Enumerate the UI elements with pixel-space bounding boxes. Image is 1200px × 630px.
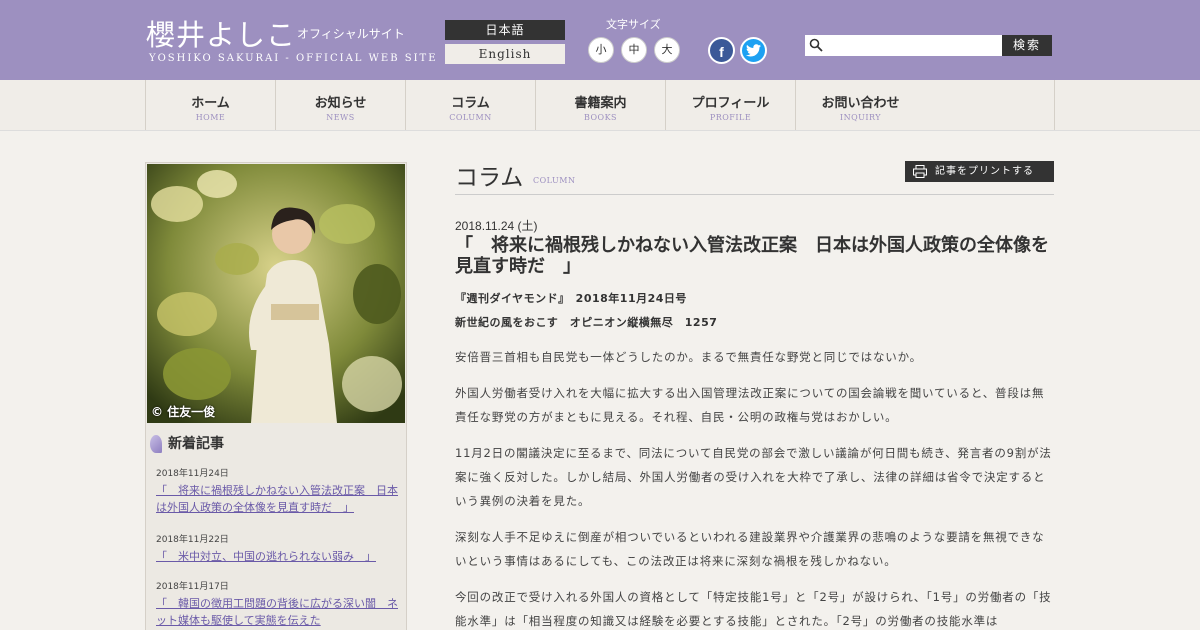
news-date: 2018年11月24日 [156,469,229,479]
twitter-icon[interactable] [740,37,767,64]
nav-label-en: HOME [195,113,226,122]
article-paragraph: 安倍晋三首相も自民党も一体どうしたのか。まるで無責任な野党と同じではないか。 [455,350,922,364]
lang-english-button[interactable]: English [445,44,565,64]
news-date: 2018年11月22日 [156,535,229,545]
font-size-medium-button[interactable]: 中 [621,37,647,63]
nav-label: 書籍案内 [574,96,627,111]
printer-icon [913,165,927,178]
nav-item-inquiry[interactable]: お問い合わせ INQUIRY [795,80,925,130]
nav-empty-slot [925,80,1055,130]
title-divider [455,194,1054,195]
section-title: コラム [455,165,524,191]
nav-label: コラム [451,96,490,111]
article-paragraph: 深刻な人手不足ゆえに倒産が相ついでいるといわれる建設業界や介護業界の悲鳴のような… [455,530,1045,568]
nav-item-home[interactable]: ホーム HOME [145,80,275,130]
article-paragraph: 11月2日の閣議決定に至るまで、同法について自民党の部会で激しい議論が何日間も続… [455,446,1052,508]
article-paragraph: 今回の改正で受け入れる外国人の資格として「特定技能1号」と「2号」が設けられ、「… [455,590,1052,628]
font-size-label: 文字サイズ [606,18,661,31]
search-input[interactable] [805,35,1002,56]
news-link[interactable]: 「 韓国の徴用工問題の背後に広がる深い闇 ネット媒体も駆使して実態を伝えた [156,595,401,629]
site-logo-official[interactable]: オフィシャルサイト [297,25,405,42]
site-logo[interactable]: 櫻井よしこ [146,12,296,54]
article-publication: 『週刊ダイヤモンド』 2018年11月24日号 [455,292,687,305]
search-icon [809,38,823,52]
print-button-label: 記事をプリントする [935,166,1034,177]
font-size-small-button[interactable]: 小 [588,37,614,63]
sidebar: © 住友一俊 新着記事 2018年11月24日 「 将来に禍根残しかねない入管法… [145,162,407,630]
site-subtitle: YOSHIKO SAKURAI - OFFICIAL WEB SITE [149,53,438,64]
lang-japanese-button[interactable]: 日本語 [445,20,565,40]
search-button[interactable]: 検索 [1002,35,1052,56]
nav-item-profile[interactable]: プロフィール PROFILE [665,80,795,130]
nav-item-column[interactable]: コラム COLUMN [405,80,535,130]
global-nav: ホーム HOME お知らせ NEWS コラム COLUMN 書籍案内 BOOKS… [0,80,1200,131]
nav-label: プロフィール [691,96,770,111]
news-link[interactable]: 「 米中対立、中国の逃れられない弱み 」 [156,548,401,565]
article-paragraph: 外国人労働者受け入れを大幅に拡大する出入国管理法改正案についての国会論戦を聞いて… [455,386,1045,424]
news-date: 2018年11月17日 [156,582,229,592]
nav-label-en: NEWS [326,113,355,122]
news-list-item: 2018年11月22日 「 米中対立、中国の逃れられない弱み 」 [156,532,401,565]
news-list-item: 2018年11月24日 「 将来に禍根残しかねない入管法改正案 日本は外国人政策… [156,466,401,516]
news-list-item: 2018年11月17日 「 韓国の徴用工問題の背後に広がる深い闇 ネット媒体も駆… [156,579,401,629]
article-title: 「 将来に禍根残しかねない入管法改正案 日本は外国人政策の全体像を見直す時だ 」 [455,235,1049,277]
nav-label: お知らせ [314,96,367,111]
news-heading-label: 新着記事 [168,436,224,452]
nav-label: ホーム [191,96,230,111]
nav-label: お問い合わせ [821,96,900,111]
nav-label-en: INQUIRY [839,113,882,122]
photo-credit: © 住友一俊 [151,405,216,419]
section-title-en: COLUMN [533,176,576,185]
site-header: 櫻井よしこ オフィシャルサイト YOSHIKO SAKURAI - OFFICI… [0,0,1200,80]
article-series: 新世紀の風をおこす オピニオン縦横無尽 1257 [455,316,718,329]
leaf-icon [150,435,162,453]
nav-item-books[interactable]: 書籍案内 BOOKS [535,80,665,130]
nav-label-en: BOOKS [583,113,618,122]
news-link[interactable]: 「 将来に禍根残しかねない入管法改正案 日本は外国人政策の全体像を見直す時だ 」 [156,482,401,516]
article-date: 2018.11.24 (土) [455,219,538,233]
nav-item-news[interactable]: お知らせ NEWS [275,80,405,130]
news-heading: 新着記事 [150,433,224,453]
print-article-button[interactable]: 記事をプリントする [905,161,1054,182]
nav-label-en: COLUMN [449,113,492,122]
font-size-large-button[interactable]: 大 [654,37,680,63]
facebook-icon[interactable]: f [708,37,735,64]
profile-photo: © 住友一俊 [147,164,405,423]
nav-label-en: PROFILE [709,113,752,122]
